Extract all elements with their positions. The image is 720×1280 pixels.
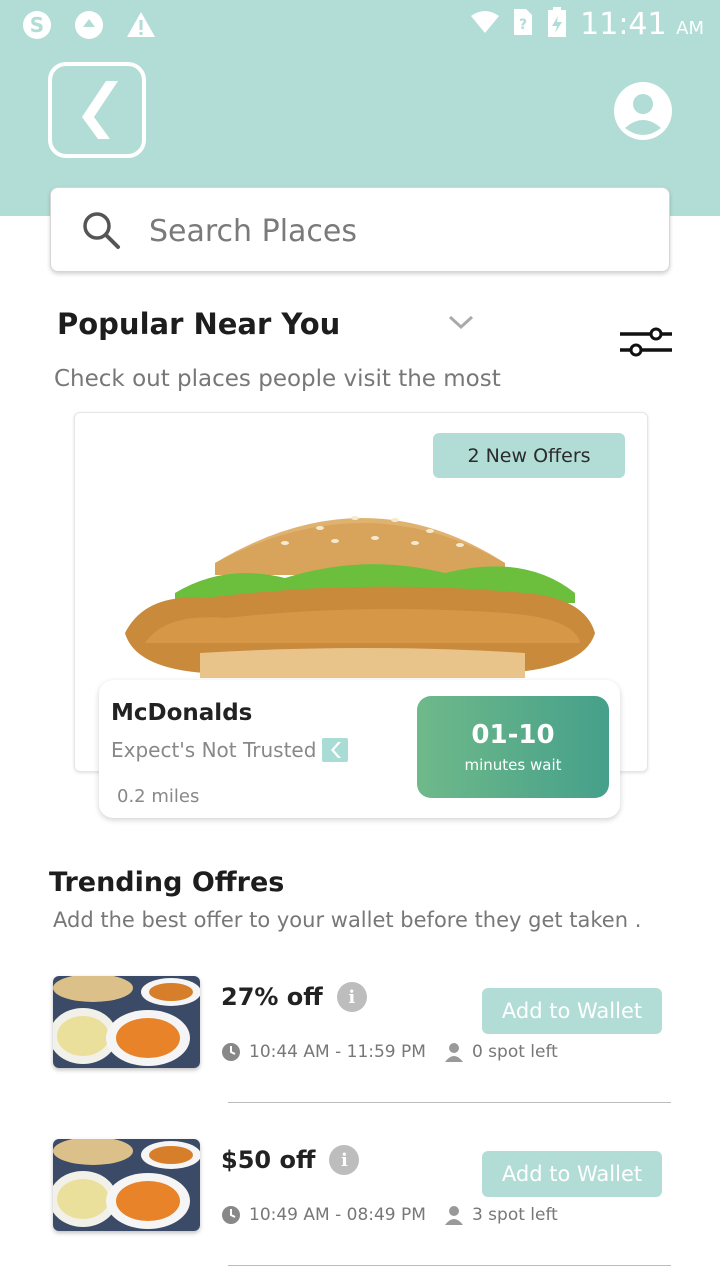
place-info-card[interactable]: McDonalds Expect's Not Trusted 0.2 miles…	[99, 680, 620, 818]
filter-sliders-icon[interactable]	[618, 326, 674, 360]
sync-icon	[72, 8, 106, 42]
offer-title-text: 27% off	[221, 983, 323, 1011]
offer-title: $50 off i	[221, 1145, 360, 1175]
section-title-trending: Trending Offres	[49, 867, 285, 898]
offer-spots: 3 spot left	[471, 1205, 558, 1225]
account-circle-icon	[614, 82, 672, 140]
offer-spots: 0 spot left	[471, 1042, 558, 1062]
profile-button[interactable]	[614, 82, 672, 140]
section-title-popular: Popular Near You	[57, 307, 341, 341]
section-subtitle-trending: Add the best offer to your wallet before…	[53, 908, 642, 932]
search-bar[interactable]	[50, 187, 670, 272]
burger-image	[125, 516, 595, 678]
offer-time: 10:49 AM - 08:49 PM	[249, 1205, 426, 1225]
battery-icon	[546, 6, 568, 43]
info-icon[interactable]: i	[329, 1145, 360, 1175]
offer-title: 27% off i	[221, 982, 367, 1012]
divider	[228, 1265, 671, 1266]
skype-icon: S	[20, 8, 54, 42]
offer-item[interactable]: 27% off i Add to Wallet 10:44 AM - 11:59…	[0, 976, 720, 1116]
offer-food-image	[53, 976, 200, 1068]
search-input[interactable]	[147, 206, 631, 256]
chevron-logo-icon	[82, 81, 118, 139]
svg-text:?: ?	[519, 17, 527, 33]
sim-unknown-icon: ?	[512, 7, 534, 42]
clock-icon	[222, 1206, 240, 1224]
offer-time: 10:44 AM - 11:59 PM	[249, 1042, 426, 1062]
add-to-wallet-button[interactable]: Add to Wallet	[482, 988, 662, 1034]
person-icon	[444, 1043, 463, 1062]
chevron-down-icon[interactable]	[446, 313, 476, 333]
chevron-logo-small-icon	[322, 738, 349, 762]
trust-status: Expect's Not Trusted	[111, 738, 349, 762]
place-name: McDonalds	[111, 700, 253, 726]
app-logo[interactable]	[48, 62, 146, 158]
offer-food-image	[53, 1139, 200, 1231]
offer-title-text: $50 off	[221, 1146, 316, 1174]
status-bar: S ? 11:41 AM	[0, 0, 720, 50]
clock: 11:41 AM	[580, 7, 704, 42]
place-distance: 0.2 miles	[117, 786, 200, 807]
wait-time-box: 01-10 minutes wait	[417, 696, 609, 798]
trust-label: Expect's Not Trusted	[111, 738, 317, 762]
wait-time-label: minutes wait	[464, 756, 562, 774]
offer-item[interactable]: $50 off i Add to Wallet 10:49 AM - 08:49…	[0, 1139, 720, 1279]
svg-text:S: S	[30, 13, 44, 37]
add-to-wallet-button[interactable]: Add to Wallet	[482, 1151, 662, 1197]
warning-icon	[124, 8, 158, 42]
clock-icon	[222, 1043, 240, 1061]
new-offers-badge[interactable]: 2 New Offers	[433, 433, 625, 478]
person-icon	[444, 1206, 463, 1225]
section-subtitle-popular: Check out places people visit the most	[54, 366, 501, 392]
offer-meta: 10:49 AM - 08:49 PM 3 spot left	[221, 1205, 576, 1225]
wait-time-value: 01-10	[471, 720, 555, 750]
search-icon	[83, 212, 120, 249]
wifi-icon	[470, 10, 500, 39]
divider	[228, 1102, 671, 1103]
offer-meta: 10:44 AM - 11:59 PM 0 spot left	[221, 1042, 576, 1062]
info-icon[interactable]: i	[336, 982, 367, 1012]
